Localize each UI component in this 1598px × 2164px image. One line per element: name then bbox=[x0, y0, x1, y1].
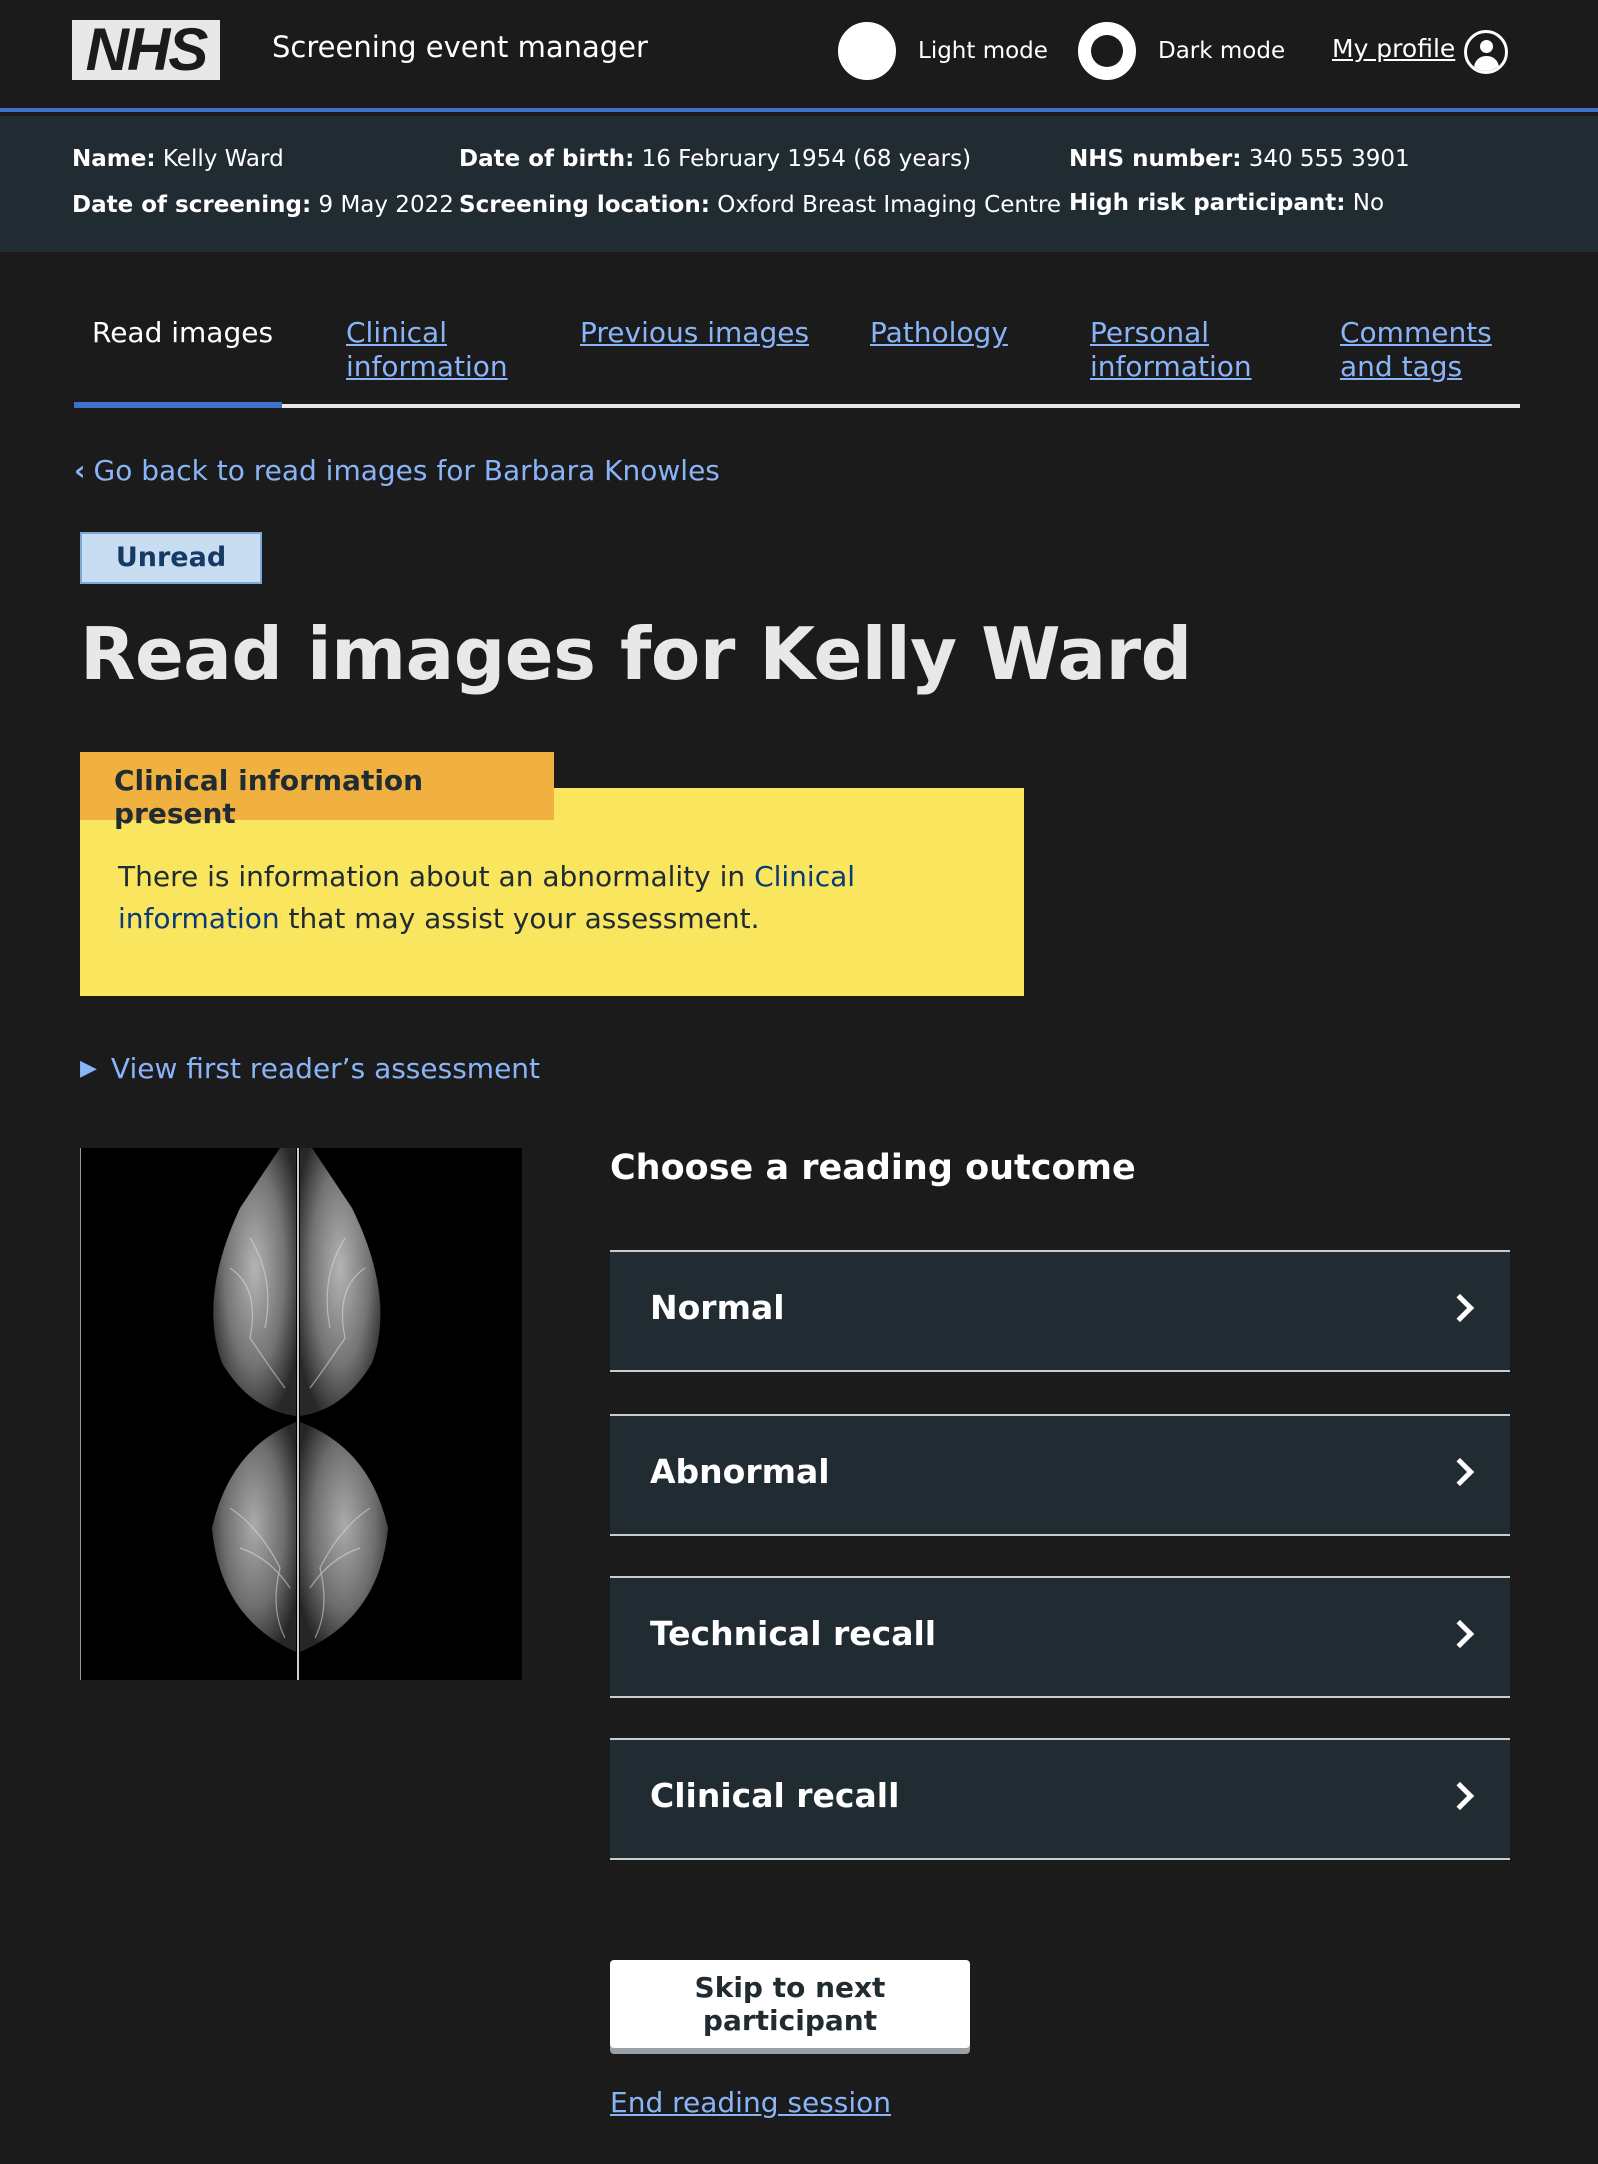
tab-comments-and-tags[interactable]: Comments and tags bbox=[1340, 316, 1500, 384]
outcome-abnormal-button[interactable]: Abnormal bbox=[610, 1414, 1510, 1536]
screening-date: Date of screening: 9 May 2022 bbox=[72, 192, 454, 218]
outcome-label: Technical recall bbox=[650, 1614, 937, 1653]
page-title: Read images for Kelly Ward bbox=[80, 612, 1192, 696]
outcome-normal-button[interactable]: Normal bbox=[610, 1250, 1510, 1372]
outcome-label: Clinical recall bbox=[650, 1776, 900, 1815]
triangle-right-icon: ▶ bbox=[80, 1056, 97, 1081]
date-of-birth: Date of birth: 16 February 1954 (68 year… bbox=[459, 146, 972, 172]
chevron-right-icon bbox=[1445, 1619, 1475, 1649]
dark-mode-option[interactable]: Dark mode bbox=[1078, 22, 1285, 80]
callout-text-start: There is information about an abnormalit… bbox=[118, 860, 755, 893]
nhs-logo[interactable]: NHS bbox=[72, 20, 220, 80]
nhs-number: NHS number: 340 555 3901 bbox=[1069, 146, 1410, 172]
participant-banner: Name: Kelly Ward Date of screening: 9 Ma… bbox=[0, 116, 1598, 252]
my-profile-link[interactable]: My profile bbox=[1332, 34, 1455, 63]
dark-mode-radio[interactable] bbox=[1078, 22, 1136, 80]
active-tab-indicator bbox=[74, 402, 282, 408]
dark-mode-label: Dark mode bbox=[1158, 38, 1286, 64]
chevron-right-icon bbox=[1445, 1781, 1475, 1811]
site-header: NHS Screening event manager Light mode D… bbox=[0, 0, 1598, 112]
screening-location: Screening location: Oxford Breast Imagin… bbox=[459, 192, 1062, 218]
light-mode-radio[interactable] bbox=[838, 22, 896, 80]
outcome-clinical-recall-button[interactable]: Clinical recall bbox=[610, 1738, 1510, 1860]
high-risk-status: High risk participant: No bbox=[1069, 190, 1385, 216]
service-name[interactable]: Screening event manager bbox=[272, 30, 648, 64]
chevron-right-icon bbox=[1445, 1293, 1475, 1323]
view-first-reader-link[interactable]: View first reader’s assessment bbox=[111, 1052, 540, 1085]
user-icon[interactable] bbox=[1464, 30, 1508, 74]
participant-name: Name: Kelly Ward bbox=[72, 146, 284, 172]
outcome-label: Abnormal bbox=[650, 1452, 830, 1491]
mammogram-image[interactable] bbox=[80, 1148, 522, 1680]
back-link[interactable]: ‹ Go back to read images for Barbara Kno… bbox=[74, 454, 720, 487]
tab-clinical-information[interactable]: Clinical information bbox=[346, 316, 516, 384]
end-reading-session-link[interactable]: End reading session bbox=[610, 2086, 891, 2119]
first-reader-details[interactable]: ▶ View first reader’s assessment bbox=[80, 1052, 540, 1085]
tab-pathology[interactable]: Pathology bbox=[870, 316, 1008, 350]
light-mode-label: Light mode bbox=[918, 38, 1048, 64]
outcome-label: Normal bbox=[650, 1288, 785, 1327]
tab-previous-images[interactable]: Previous images bbox=[580, 316, 809, 350]
light-mode-option[interactable]: Light mode bbox=[838, 22, 1048, 80]
back-link-label: Go back to read images for Barbara Knowl… bbox=[93, 454, 720, 487]
chevron-left-icon: ‹ bbox=[74, 454, 86, 487]
callout-text-end: that may assist your assessment. bbox=[279, 902, 760, 935]
tab-bar: Read images Clinical information Previou… bbox=[74, 312, 1520, 408]
reading-outcome-heading: Choose a reading outcome bbox=[610, 1148, 1136, 1188]
tab-personal-information[interactable]: Personal information bbox=[1090, 316, 1260, 384]
skip-to-next-participant-button[interactable]: Skip to next participant bbox=[610, 1960, 970, 2048]
warning-callout-label: Clinical information present bbox=[80, 752, 554, 830]
tab-read-images[interactable]: Read images bbox=[92, 316, 273, 350]
mammogram-graphic bbox=[80, 1148, 522, 1680]
status-badge: Unread bbox=[80, 532, 262, 584]
outcome-technical-recall-button[interactable]: Technical recall bbox=[610, 1576, 1510, 1698]
chevron-right-icon bbox=[1445, 1457, 1475, 1487]
